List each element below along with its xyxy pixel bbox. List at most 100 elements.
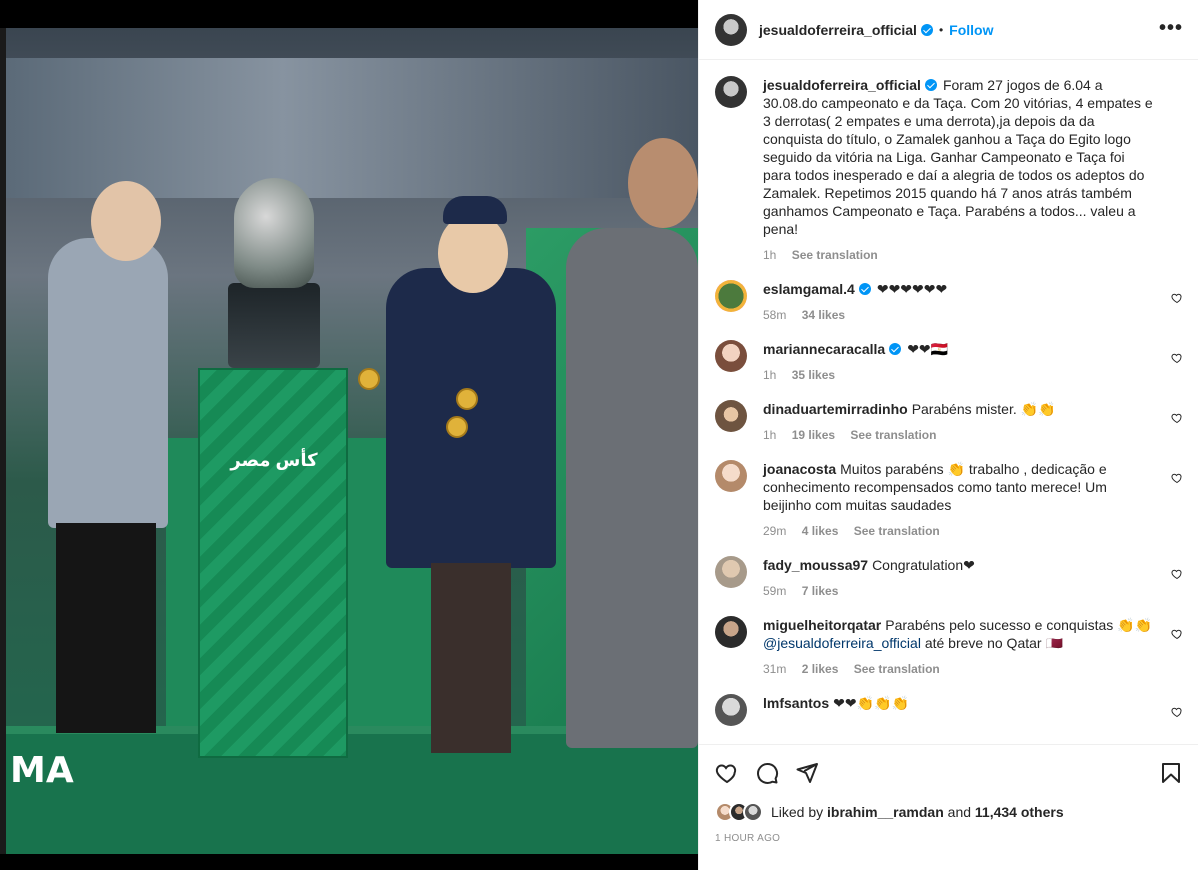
commenter-avatar[interactable]	[715, 694, 747, 726]
person-left-legs	[56, 523, 156, 733]
media-top-bar	[0, 0, 698, 28]
comment-text: ❤❤❤❤❤❤	[876, 281, 948, 297]
author-avatar[interactable]	[715, 76, 747, 108]
caption-username[interactable]: jesualdoferreira_official	[763, 77, 921, 93]
person-left	[48, 238, 168, 528]
like-comment-icon[interactable]	[1171, 628, 1183, 640]
action-bar	[699, 744, 1198, 800]
see-translation-link[interactable]: See translation	[854, 662, 940, 676]
media-bottom-bar	[0, 854, 698, 870]
separator-dot: •	[938, 22, 944, 37]
post-media[interactable]: كأس مصر MA	[0, 0, 698, 870]
pedestal-text: كأس مصر	[230, 450, 318, 470]
comment-time: 1h	[763, 368, 777, 382]
commenter-avatar[interactable]	[715, 556, 747, 588]
more-options-icon[interactable]: •••	[1159, 18, 1183, 38]
comment-time: 58m	[763, 308, 787, 322]
comment-likes[interactable]: 35 likes	[792, 368, 835, 382]
verified-icon	[858, 283, 871, 295]
verified-icon	[924, 79, 937, 91]
follow-button[interactable]: Follow	[949, 22, 993, 38]
comment-item: joanacosta Muitos parabéns 👏 trabalho , d…	[715, 460, 1183, 540]
like-comment-icon[interactable]	[1171, 472, 1183, 484]
share-icon[interactable]	[795, 761, 819, 785]
comment-likes[interactable]: 2 likes	[802, 662, 839, 676]
like-comment-icon[interactable]	[1171, 292, 1183, 304]
like-comment-icon[interactable]	[1171, 568, 1183, 580]
like-comment-icon[interactable]	[1171, 352, 1183, 364]
see-translation-link[interactable]: See translation	[854, 524, 940, 538]
post-header: jesualdoferreira_official • Follow •••	[699, 0, 1198, 60]
comment-item: lmfsantos ❤❤👏👏👏	[715, 694, 1183, 726]
trophy-cup	[234, 178, 314, 288]
comment-item: eslamgamal.4 ❤❤❤❤❤❤ 58m 34 likes	[715, 280, 1183, 324]
commenter-avatar[interactable]	[715, 280, 747, 312]
commenter-avatar[interactable]	[715, 616, 747, 648]
comment-text: Congratulation❤	[872, 557, 975, 573]
liked-by-and: and	[947, 804, 972, 820]
caption-text: Foram 27 jogos de 6.04 a 30.08.do campeo…	[763, 77, 1153, 237]
medal	[456, 388, 478, 410]
comment-item: mariannecaracalla ❤❤🇪🇬 1h 35 likes	[715, 340, 1183, 384]
comment-item: fady_moussa97 Congratulation❤ 59m 7 likes	[715, 556, 1183, 600]
comment-mention[interactable]: @jesualdoferreira_official	[763, 635, 921, 651]
comment-time: 1h	[763, 428, 777, 442]
post-timestamp[interactable]: 1 HOUR AGO	[715, 833, 780, 844]
comment-username[interactable]: fady_moussa97	[763, 557, 868, 573]
comment-text: ❤❤🇪🇬	[907, 341, 949, 357]
medal	[358, 368, 380, 390]
comment-text: ❤❤👏👏👏	[833, 695, 909, 711]
person-center	[386, 268, 556, 568]
liked-by-user[interactable]: ibrahim__ramdan	[827, 804, 944, 820]
see-translation-link[interactable]: See translation	[792, 248, 878, 262]
comment-username[interactable]: dinaduartemirradinho	[763, 401, 908, 417]
caption: jesualdoferreira_official Foram 27 jogos …	[715, 76, 1183, 264]
comment-username[interactable]: mariannecaracalla	[763, 341, 885, 357]
comment-likes[interactable]: 34 likes	[802, 308, 845, 322]
person-center-legs	[431, 563, 511, 753]
heart-icon[interactable]	[715, 761, 739, 785]
comment-item: dinaduartemirradinho Parabéns mister. 👏👏 …	[715, 400, 1183, 444]
like-comment-icon[interactable]	[1171, 412, 1183, 424]
comment-text-continued: até breve no Qatar 🇶🇦	[920, 635, 1063, 651]
post-side-panel: jesualdoferreira_official • Follow ••• j…	[698, 0, 1198, 870]
person-right-head	[628, 138, 698, 228]
comment-username[interactable]: lmfsantos	[763, 695, 829, 711]
person-center-hat	[443, 196, 507, 224]
commenter-avatar[interactable]	[715, 400, 747, 432]
comments-list[interactable]: jesualdoferreira_official Foram 27 jogos …	[699, 60, 1198, 744]
trophy-pedestal	[198, 368, 348, 758]
comment-item: miguelheitorqatar Parabéns pelo sucesso e…	[715, 616, 1183, 678]
author-username[interactable]: jesualdoferreira_official	[759, 22, 917, 38]
medal	[446, 416, 468, 438]
comment-text: Parabéns pelo sucesso e conquistas 👏👏	[885, 617, 1153, 633]
stage	[6, 734, 698, 854]
liker-avatars	[715, 802, 763, 822]
verified-icon	[920, 23, 933, 36]
media-logo: MA	[10, 750, 74, 791]
commenter-avatar[interactable]	[715, 340, 747, 372]
post-image: كأس مصر MA	[6, 28, 698, 854]
bookmark-icon[interactable]	[1159, 761, 1183, 785]
verified-icon	[889, 343, 902, 355]
author-avatar[interactable]	[715, 13, 747, 46]
comment-likes[interactable]: 19 likes	[792, 428, 835, 442]
commenter-avatar[interactable]	[715, 460, 747, 492]
comment-username[interactable]: joanacosta	[763, 461, 836, 477]
comment-time: 59m	[763, 584, 787, 598]
comment-username[interactable]: miguelheitorqatar	[763, 617, 881, 633]
comment-likes[interactable]: 7 likes	[802, 584, 839, 598]
comment-time: 29m	[763, 524, 787, 538]
comment-username[interactable]: eslamgamal.4	[763, 281, 855, 297]
person-center-head	[438, 213, 508, 293]
see-translation-link[interactable]: See translation	[850, 428, 936, 442]
likes-summary[interactable]: Liked by ibrahim__ramdan and 11,434 othe…	[715, 802, 1064, 822]
comment-icon[interactable]	[755, 761, 779, 785]
comment-likes[interactable]: 4 likes	[802, 524, 839, 538]
caption-time: 1h	[763, 248, 777, 262]
background-structure	[6, 58, 698, 198]
comment-text: Parabéns mister. 👏👏	[911, 401, 1056, 417]
liked-by-prefix: Liked by	[771, 804, 824, 820]
liked-by-others[interactable]: 11,434 others	[975, 804, 1064, 820]
like-comment-icon[interactable]	[1171, 706, 1183, 718]
